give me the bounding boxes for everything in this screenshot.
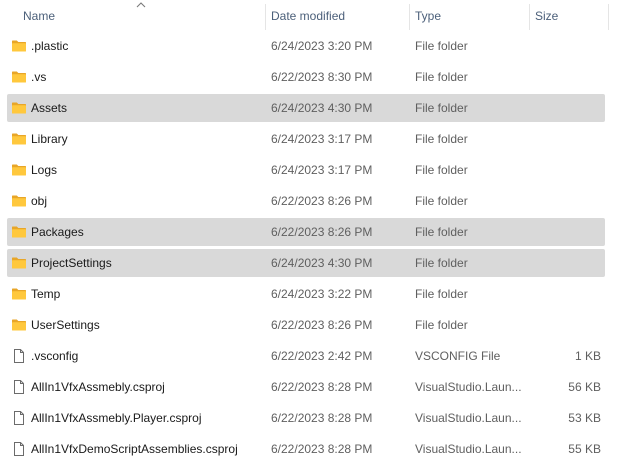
folder-icon xyxy=(11,131,27,147)
file-date-modified: 6/22/2023 8:30 PM xyxy=(271,70,373,84)
file-name: obj xyxy=(31,194,48,208)
file-size xyxy=(527,125,601,153)
file-row[interactable]: UserSettings 6/22/2023 8:26 PM File fold… xyxy=(7,311,605,339)
column-header-name-label: Name xyxy=(23,9,56,23)
file-size xyxy=(527,32,601,60)
folder-icon xyxy=(11,317,27,333)
column-header-type-label: Type xyxy=(415,9,442,23)
column-header-size[interactable]: Size xyxy=(530,0,608,32)
file-size xyxy=(527,311,601,339)
file-date-modified: 6/24/2023 4:30 PM xyxy=(271,101,373,115)
file-type: File folder xyxy=(415,225,468,239)
file-size xyxy=(527,187,601,215)
file-row[interactable]: .vs 6/22/2023 8:30 PM File folder xyxy=(7,63,605,91)
file-date-modified: 6/22/2023 8:26 PM xyxy=(271,318,373,332)
folder-icon xyxy=(11,193,27,209)
file-name: Library xyxy=(31,132,68,146)
file-date-modified: 6/22/2023 8:26 PM xyxy=(271,194,373,208)
file-row[interactable]: Assets 6/24/2023 4:30 PM File folder xyxy=(7,94,605,122)
file-icon xyxy=(11,441,27,457)
file-date-modified: 6/24/2023 4:30 PM xyxy=(271,256,373,270)
file-date-modified: 6/24/2023 3:20 PM xyxy=(271,39,373,53)
file-date-modified: 6/24/2023 3:17 PM xyxy=(271,163,373,177)
file-type: File folder xyxy=(415,256,468,270)
file-icon xyxy=(11,379,27,395)
sort-ascending-icon xyxy=(134,0,148,10)
file-row[interactable]: AllIn1VfxAssmebly.Player.csproj 6/22/202… xyxy=(7,404,605,432)
file-type: File folder xyxy=(415,318,468,332)
file-type: File folder xyxy=(415,287,468,301)
file-name: Logs xyxy=(31,163,58,177)
file-size: 55 KB xyxy=(568,442,601,456)
file-name: .vs xyxy=(31,70,47,84)
file-name: Assets xyxy=(31,101,68,115)
folder-icon xyxy=(11,286,27,302)
folder-icon xyxy=(11,224,27,240)
column-header-type[interactable]: Type xyxy=(410,0,528,32)
file-type: File folder xyxy=(415,39,468,53)
file-size xyxy=(527,218,601,246)
file-row[interactable]: Packages 6/22/2023 8:26 PM File folder xyxy=(7,218,605,246)
file-explorer-list: Name Date modified Type Size .plastic 6/… xyxy=(0,0,628,470)
file-date-modified: 6/22/2023 8:26 PM xyxy=(271,225,373,239)
file-row[interactable]: AllIn1VfxDemoScriptAssemblies.csproj 6/2… xyxy=(7,435,605,463)
file-date-modified: 6/22/2023 2:42 PM xyxy=(271,349,373,363)
file-size: 56 KB xyxy=(568,380,601,394)
file-name: AllIn1VfxDemoScriptAssemblies.csproj xyxy=(31,442,238,456)
folder-icon xyxy=(11,162,27,178)
file-type: VisualStudio.Laun... xyxy=(415,442,522,456)
file-size xyxy=(527,249,601,277)
file-row[interactable]: obj 6/22/2023 8:26 PM File folder xyxy=(7,187,605,215)
file-icon xyxy=(11,348,27,364)
file-name: Temp xyxy=(31,287,61,301)
file-size xyxy=(527,280,601,308)
file-name: AllIn1VfxAssmebly.csproj xyxy=(31,380,165,394)
folder-icon xyxy=(11,69,27,85)
column-header-bar: Name Date modified Type Size xyxy=(0,0,628,32)
file-row[interactable]: Temp 6/24/2023 3:22 PM File folder xyxy=(7,280,605,308)
file-type: VSCONFIG File xyxy=(415,349,501,363)
file-size xyxy=(527,156,601,184)
file-type: VisualStudio.Laun... xyxy=(415,380,522,394)
file-type: File folder xyxy=(415,70,468,84)
file-name: .vsconfig xyxy=(31,349,79,363)
file-type: File folder xyxy=(415,132,468,146)
file-name: AllIn1VfxAssmebly.Player.csproj xyxy=(31,411,202,425)
column-header-date-modified[interactable]: Date modified xyxy=(266,0,408,32)
file-date-modified: 6/24/2023 3:17 PM xyxy=(271,132,373,146)
file-name: .plastic xyxy=(31,39,69,53)
file-row[interactable]: AllIn1VfxAssmebly.csproj 6/22/2023 8:28 … xyxy=(7,373,605,401)
file-size: 1 KB xyxy=(574,349,601,363)
file-size: 53 KB xyxy=(568,411,601,425)
folder-icon xyxy=(11,255,27,271)
column-header-date-label: Date modified xyxy=(271,9,346,23)
file-date-modified: 6/24/2023 3:22 PM xyxy=(271,287,373,301)
file-type: VisualStudio.Laun... xyxy=(415,411,522,425)
file-date-modified: 6/22/2023 8:28 PM xyxy=(271,442,373,456)
file-row[interactable]: .vsconfig 6/22/2023 2:42 PM VSCONFIG Fil… xyxy=(7,342,605,370)
file-name: Packages xyxy=(31,225,84,239)
column-header-size-label: Size xyxy=(535,9,559,23)
file-row[interactable]: .plastic 6/24/2023 3:20 PM File folder xyxy=(7,32,605,60)
file-name: ProjectSettings xyxy=(31,256,112,270)
file-size xyxy=(527,94,601,122)
file-row[interactable]: ProjectSettings 6/24/2023 4:30 PM File f… xyxy=(7,249,605,277)
file-type: File folder xyxy=(415,163,468,177)
file-size xyxy=(527,63,601,91)
file-type: File folder xyxy=(415,194,468,208)
file-row[interactable]: Logs 6/24/2023 3:17 PM File folder xyxy=(7,156,605,184)
file-type: File folder xyxy=(415,101,468,115)
file-name: UserSettings xyxy=(31,318,100,332)
column-divider[interactable] xyxy=(608,4,609,30)
folder-icon xyxy=(11,100,27,116)
file-date-modified: 6/22/2023 8:28 PM xyxy=(271,411,373,425)
file-date-modified: 6/22/2023 8:28 PM xyxy=(271,380,373,394)
file-icon xyxy=(11,410,27,426)
folder-icon xyxy=(11,38,27,54)
file-row[interactable]: Library 6/24/2023 3:17 PM File folder xyxy=(7,125,605,153)
